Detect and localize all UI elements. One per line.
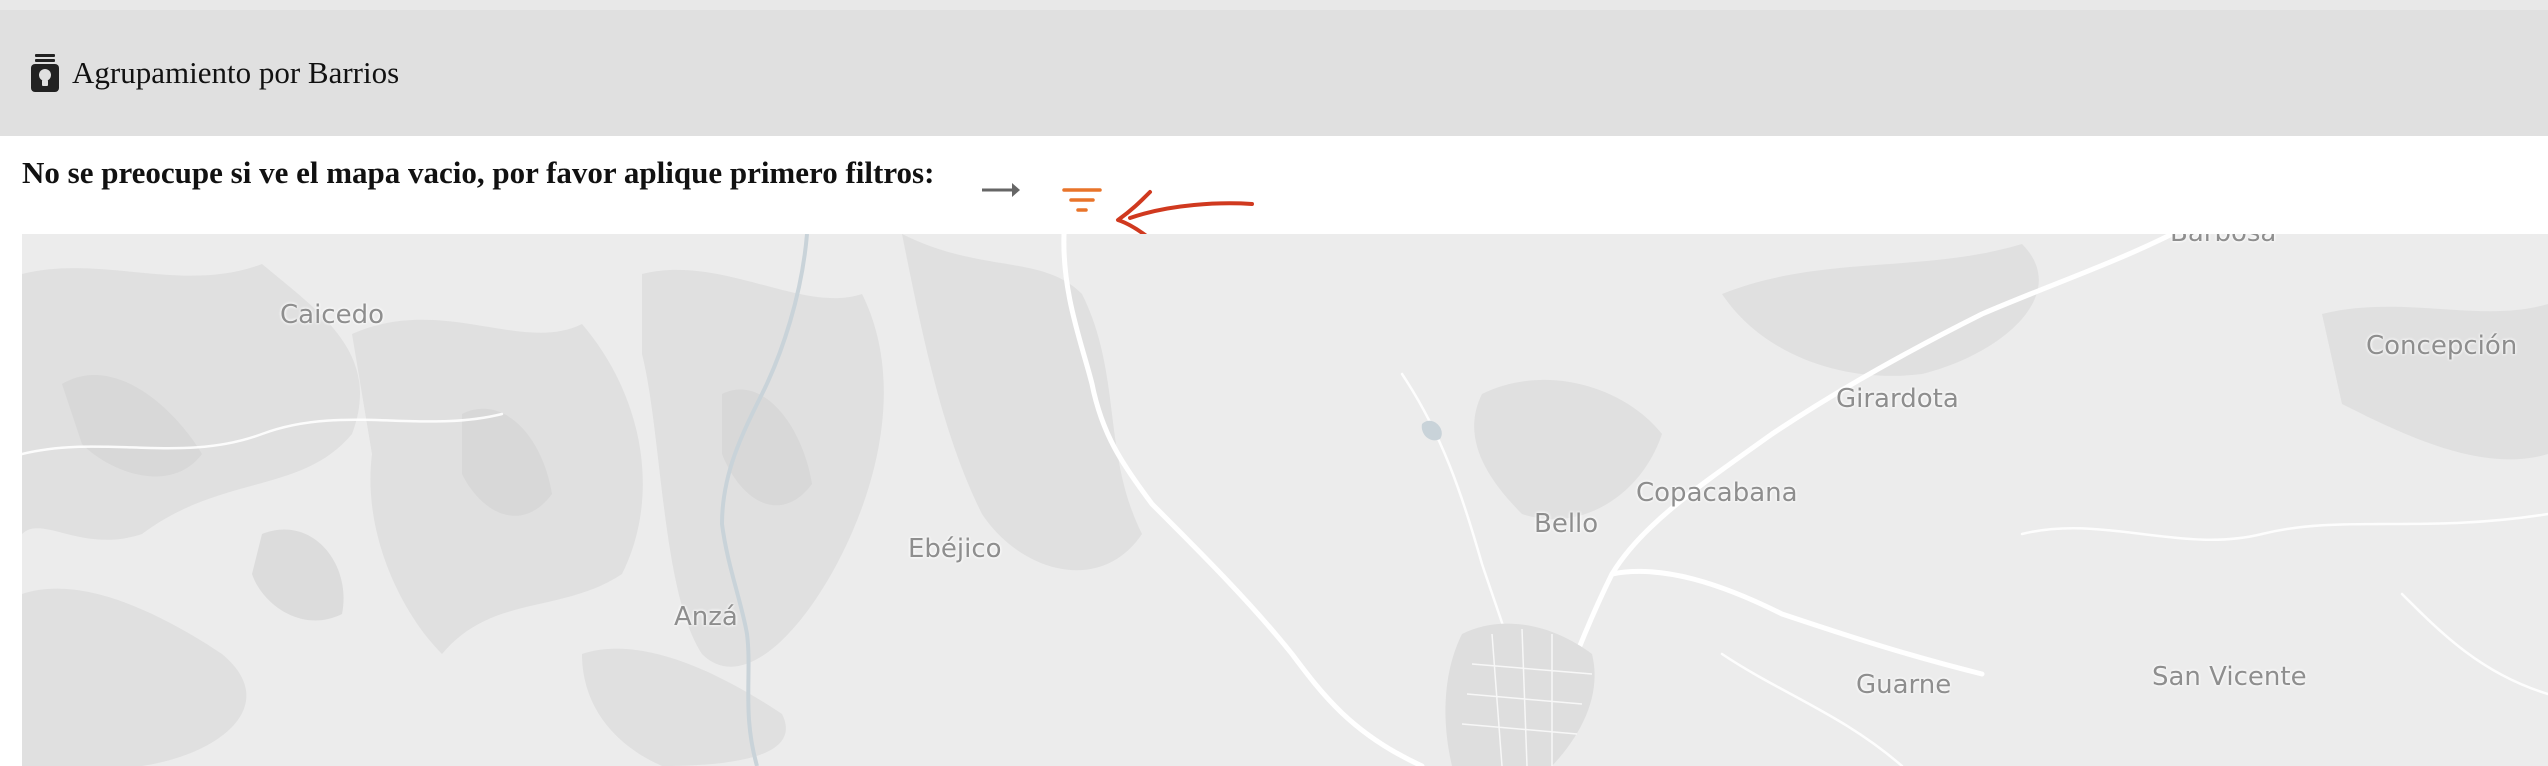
- map-label-ebejico: Ebéjico: [908, 534, 1002, 564]
- page-header: Agrupamiento por Barrios: [0, 10, 2548, 136]
- notice-row: No se preocupe si ve el mapa vacio, por …: [0, 136, 2548, 244]
- notice-text: No se preocupe si ve el mapa vacio, por …: [22, 155, 935, 190]
- filter-icon[interactable]: [1058, 176, 1106, 224]
- map-label-caicedo: Caicedo: [280, 300, 385, 330]
- map-label-bello: Bello: [1534, 509, 1599, 539]
- annotation-arrow-icon: [1110, 162, 1260, 244]
- tablet-lightbulb-icon: [28, 51, 62, 95]
- page-title: Agrupamiento por Barrios: [72, 55, 400, 90]
- right-arrow-icon: [980, 180, 1022, 200]
- map-label-copacabana: Copacabana: [1636, 478, 1798, 508]
- map-label-girardota: Girardota: [1836, 384, 1959, 414]
- map-label-san-vicente: San Vicente: [2152, 662, 2307, 692]
- map-label-barbosa: Barbosa: [2170, 234, 2276, 248]
- map-label-concepcion: Concepción: [2366, 331, 2518, 361]
- map[interactable]: Caicedo Concepción Girardota Copacabana …: [22, 234, 2548, 766]
- map-label-anza: Anzá: [674, 602, 738, 632]
- map-label-guarne: Guarne: [1856, 670, 1952, 700]
